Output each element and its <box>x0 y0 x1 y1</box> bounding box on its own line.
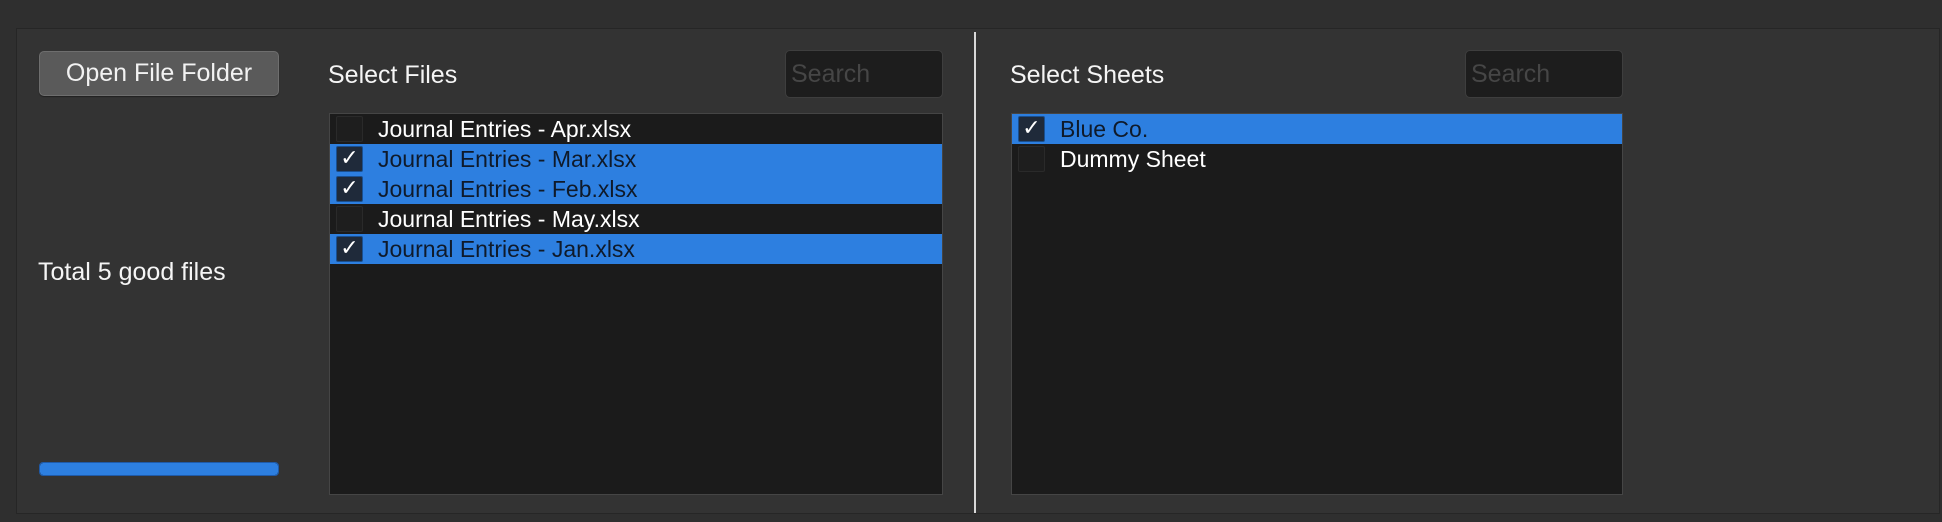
file-row-apr[interactable]: Journal Entries - Apr.xlsx <box>330 114 942 144</box>
sheet-row-dummy-sheet[interactable]: Dummy Sheet <box>1012 144 1622 174</box>
open-file-folder-button[interactable]: Open File Folder <box>39 51 279 96</box>
file-label: Journal Entries - Mar.xlsx <box>378 145 637 172</box>
file-checkbox[interactable]: ✓ <box>336 176 363 202</box>
panel-divider <box>974 32 976 513</box>
file-checkbox[interactable]: ✓ <box>336 146 363 172</box>
file-row-mar[interactable]: ✓ Journal Entries - Mar.xlsx <box>330 144 942 174</box>
files-search-input[interactable] <box>785 50 943 98</box>
sheet-checkbox[interactable]: ✓ <box>1018 116 1045 142</box>
check-icon: ✓ <box>340 146 359 171</box>
file-checkbox[interactable] <box>336 116 363 142</box>
file-label: Journal Entries - Feb.xlsx <box>378 175 638 202</box>
file-row-jan[interactable]: ✓ Journal Entries - Jan.xlsx <box>330 234 942 264</box>
sheets-list[interactable]: ✓ Blue Co. Dummy Sheet <box>1011 113 1623 495</box>
file-row-feb[interactable]: ✓ Journal Entries - Feb.xlsx <box>330 174 942 204</box>
progress-bar <box>39 462 279 476</box>
check-icon: ✓ <box>1022 116 1041 141</box>
file-row-may[interactable]: Journal Entries - May.xlsx <box>330 204 942 234</box>
check-icon: ✓ <box>340 236 359 261</box>
total-files-label: Total 5 good files <box>38 258 226 286</box>
main-panel <box>16 28 1940 514</box>
progress-bar-fill <box>40 463 278 475</box>
select-files-title: Select Files <box>328 61 458 89</box>
file-label: Journal Entries - May.xlsx <box>378 205 640 232</box>
sheets-search-input[interactable] <box>1465 50 1623 98</box>
sheet-label: Dummy Sheet <box>1060 145 1206 172</box>
files-list[interactable]: Journal Entries - Apr.xlsx ✓ Journal Ent… <box>329 113 943 495</box>
file-checkbox[interactable] <box>336 206 363 232</box>
sheet-row-blue-co[interactable]: ✓ Blue Co. <box>1012 114 1622 144</box>
file-checkbox[interactable]: ✓ <box>336 236 363 262</box>
sheet-label: Blue Co. <box>1060 115 1149 142</box>
file-label: Journal Entries - Apr.xlsx <box>378 115 632 142</box>
sheet-checkbox[interactable] <box>1018 146 1045 172</box>
check-icon: ✓ <box>340 176 359 201</box>
file-label: Journal Entries - Jan.xlsx <box>378 235 635 262</box>
select-sheets-title: Select Sheets <box>1010 61 1165 89</box>
